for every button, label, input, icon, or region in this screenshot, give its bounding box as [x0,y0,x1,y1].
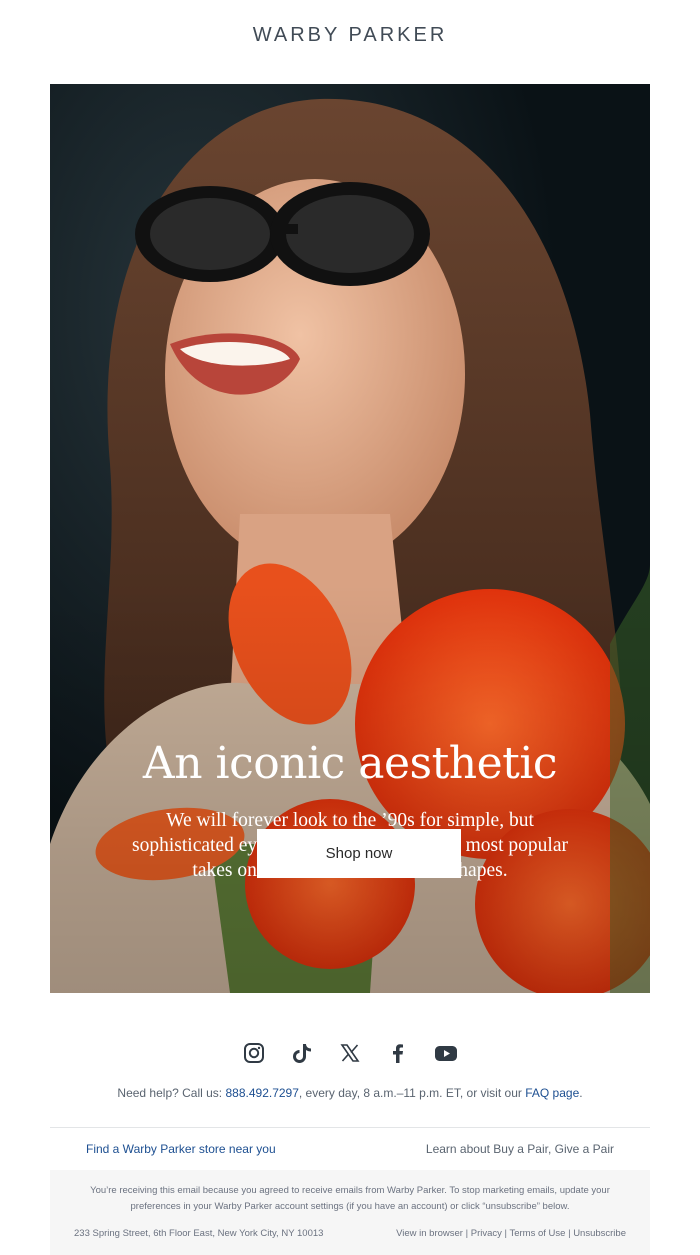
company-address: 233 Spring Street, 6th Floor East, New Y… [74,1228,324,1239]
separator: | [462,1228,471,1239]
tiktok-icon[interactable] [289,1040,315,1066]
facebook-icon[interactable] [385,1040,411,1066]
help-suffix: . [579,1086,583,1100]
phone-link[interactable]: 888.492.7297 [225,1086,298,1100]
help-middle: , every day, 8 a.m.–11 p.m. ET, or visit… [298,1086,526,1100]
legal-footer: You’re receiving this email because you … [50,1170,650,1255]
help-prefix: Need help? Call us: [117,1086,226,1100]
instagram-icon[interactable] [241,1040,267,1066]
terms-link[interactable]: Terms of Use [509,1228,565,1239]
footer-links: View in browser | Privacy | Terms of Use… [396,1228,626,1239]
shop-now-button[interactable]: Shop now [257,829,461,878]
hero-title: An iconic aesthetic [142,738,558,789]
view-in-browser-link[interactable]: View in browser [396,1228,463,1239]
store-locator-link[interactable]: Find a Warby Parker store near you [86,1142,276,1156]
unsubscribe-link[interactable]: Unsubscribe [573,1228,626,1239]
divider [50,1127,650,1128]
faq-link[interactable]: FAQ page [525,1086,579,1100]
youtube-icon[interactable] [433,1040,459,1066]
social-links [0,1040,700,1066]
legal-notice: You’re receiving this email because you … [90,1185,610,1212]
buy-a-pair-give-a-pair-link[interactable]: Learn about Buy a Pair, Give a Pair [426,1142,614,1156]
x-icon[interactable] [337,1040,363,1066]
help-text: Need help? Call us: 888.492.7297, every … [0,1086,700,1100]
privacy-link[interactable]: Privacy [471,1228,502,1239]
brand-logo[interactable]: WARBY PARKER [0,24,700,47]
hero-banner[interactable]: An iconic aesthetic We will forever look… [50,84,650,993]
